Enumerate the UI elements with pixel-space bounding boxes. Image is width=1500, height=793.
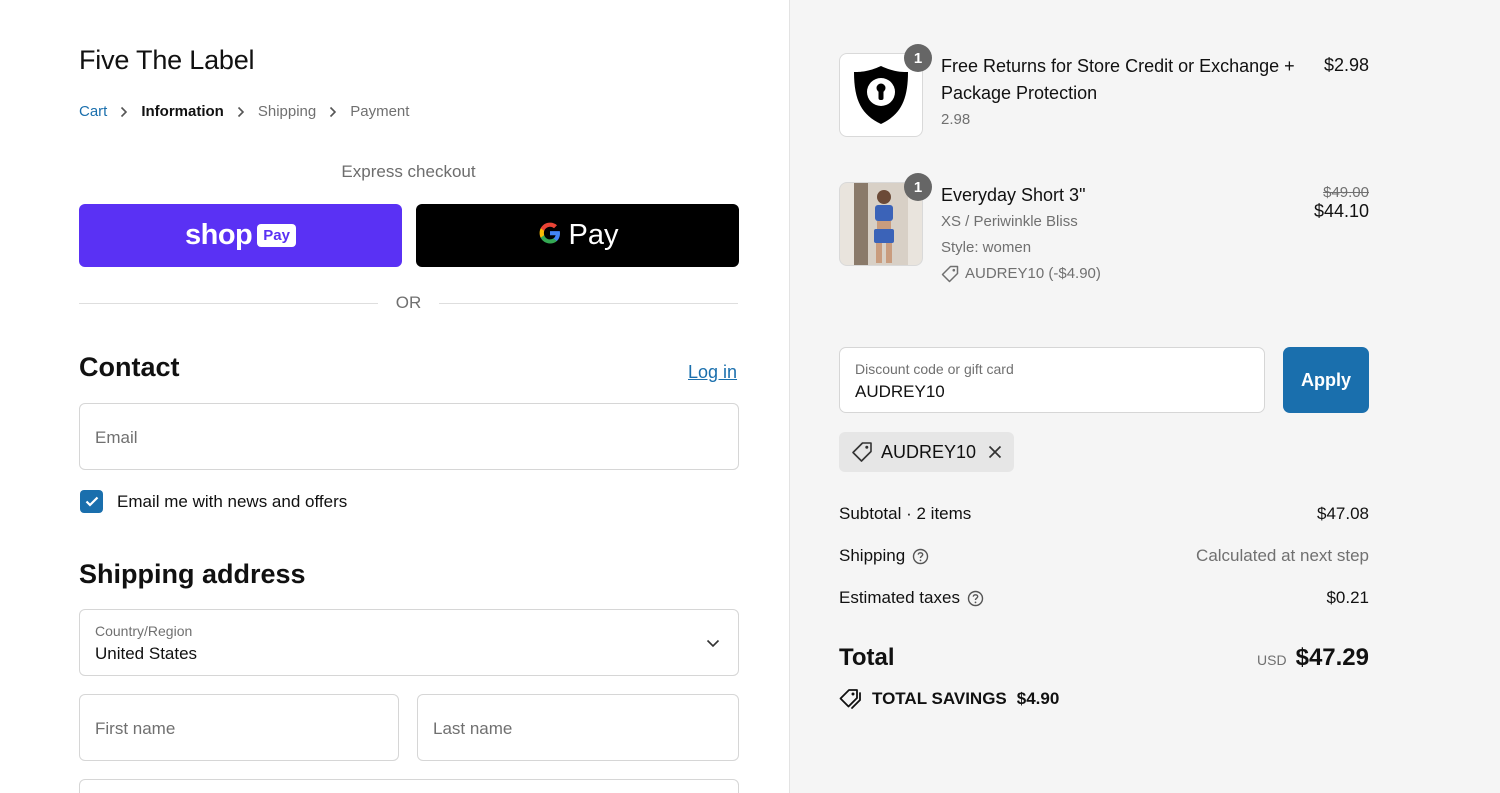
item-price-block: $49.00 $44.10 bbox=[1314, 184, 1369, 222]
product-photo bbox=[854, 183, 908, 265]
log-in-link[interactable]: Log in bbox=[688, 362, 737, 383]
first-name-field[interactable]: First name bbox=[79, 694, 399, 761]
google-g-icon bbox=[537, 220, 563, 251]
item-style: Style: women bbox=[941, 239, 1032, 256]
discount-value: AUDREY10 bbox=[855, 382, 945, 401]
shop-pay-wordmark: shop bbox=[185, 219, 253, 251]
tag-icon bbox=[941, 265, 959, 283]
contact-heading: Contact bbox=[79, 352, 180, 382]
item-price: $2.98 bbox=[1323, 55, 1369, 75]
country-value: United States bbox=[95, 644, 198, 663]
store-title[interactable]: Five The Label bbox=[79, 45, 255, 76]
item-name: Free Returns for Store Credit or Exchang… bbox=[941, 56, 1295, 103]
divider-line bbox=[439, 302, 738, 304]
breadcrumb-payment: Payment bbox=[350, 103, 410, 120]
or-text: OR bbox=[395, 293, 422, 312]
line-item: 1 Free Returns for Store Credit or Excha… bbox=[839, 44, 1369, 137]
shipping-value: Calculated at next step bbox=[1196, 546, 1369, 565]
email-placeholder: Email bbox=[95, 428, 138, 447]
currency-code: USD bbox=[1257, 652, 1287, 668]
first-name-placeholder: First name bbox=[95, 719, 176, 738]
country-label: Country/Region bbox=[95, 623, 193, 639]
total-amount-wrap: USD $47.29 bbox=[1257, 644, 1369, 672]
subtotal-value: $47.08 bbox=[1317, 504, 1369, 523]
shipping-row: Shipping Calculated at next step bbox=[839, 546, 1369, 566]
subtotal-label: Subtotal · 2 items bbox=[839, 504, 972, 523]
total-row: Total USD $47.29 bbox=[839, 644, 1369, 672]
discount-code-input[interactable]: Discount code or gift card AUDREY10 bbox=[839, 347, 1265, 413]
help-icon[interactable] bbox=[912, 548, 929, 565]
item-price: $44.10 bbox=[1313, 201, 1369, 221]
shop-pay-badge: Pay bbox=[257, 224, 296, 247]
chevron-right-icon bbox=[316, 106, 350, 118]
newsletter-checkbox-row[interactable]: Email me with news and offers bbox=[80, 490, 347, 513]
subtotal-row: Subtotal · 2 items $47.08 bbox=[839, 504, 1369, 524]
close-icon bbox=[988, 445, 1002, 459]
newsletter-label: Email me with news and offers bbox=[117, 491, 348, 511]
total-label: Total bbox=[839, 644, 895, 671]
shipping-label-wrap: Shipping bbox=[839, 546, 929, 566]
last-name-field[interactable]: Last name bbox=[417, 694, 739, 761]
breadcrumb-information: Information bbox=[141, 103, 224, 120]
email-field[interactable]: Email bbox=[79, 403, 739, 470]
tag-icon bbox=[852, 442, 872, 462]
apply-discount-button[interactable]: Apply bbox=[1283, 347, 1369, 413]
total-amount: $47.29 bbox=[1295, 644, 1369, 671]
shield-keyhole-icon bbox=[854, 66, 908, 124]
item-subtitle: 2.98 bbox=[941, 111, 971, 128]
item-variant: XS / Periwinkle Bliss bbox=[941, 213, 1078, 230]
breadcrumb: Cart Information Shipping Payment bbox=[79, 103, 409, 120]
checkmark-icon bbox=[85, 496, 98, 507]
express-checkout-label: Express checkout bbox=[341, 162, 476, 181]
shipping-address-heading: Shipping address bbox=[79, 559, 306, 589]
or-divider: OR bbox=[79, 293, 738, 313]
line-item-details: Everyday Short 3" XS / Periwinkle Bliss … bbox=[941, 182, 1311, 287]
original-price: $49.00 bbox=[1323, 184, 1369, 201]
line-item: 1 Everyday Short 3" XS / Periwinkle Blis… bbox=[839, 173, 1369, 283]
google-pay-button[interactable]: Pay bbox=[416, 204, 739, 267]
google-pay-wordmark: Pay bbox=[568, 219, 619, 251]
chevron-down-icon bbox=[706, 635, 720, 653]
help-icon[interactable] bbox=[967, 590, 984, 607]
taxes-label: Estimated taxes bbox=[839, 588, 960, 607]
discount-label: Discount code or gift card bbox=[855, 361, 1014, 377]
savings-label: TOTAL SAVINGS bbox=[872, 689, 1007, 708]
taxes-label-wrap: Estimated taxes bbox=[839, 588, 984, 608]
address-field[interactable] bbox=[79, 779, 739, 793]
taxes-value: $0.21 bbox=[1326, 588, 1369, 607]
tags-icon bbox=[839, 689, 861, 709]
savings-value: $4.90 bbox=[1016, 689, 1060, 708]
item-discount: AUDREY10 (-$4.90) bbox=[941, 261, 1311, 287]
checkout-main: Five The Label Cart Information Shipping… bbox=[0, 0, 789, 793]
quantity-badge: 1 bbox=[904, 44, 932, 72]
newsletter-checkbox[interactable] bbox=[80, 490, 103, 513]
shipping-label: Shipping bbox=[839, 546, 906, 565]
country-select[interactable]: Country/Region United States bbox=[79, 609, 739, 676]
applied-code: AUDREY10 bbox=[881, 441, 977, 462]
remove-discount-button[interactable] bbox=[988, 445, 1002, 459]
divider-line bbox=[79, 302, 378, 304]
applied-discount-chip: AUDREY10 bbox=[839, 432, 1015, 472]
breadcrumb-shipping: Shipping bbox=[257, 103, 317, 120]
chevron-right-icon bbox=[107, 106, 141, 118]
taxes-row: Estimated taxes $0.21 bbox=[839, 588, 1369, 608]
shop-pay-button[interactable]: shop Pay bbox=[79, 204, 402, 267]
total-savings: TOTAL SAVINGS $4.90 bbox=[839, 688, 1059, 710]
item-name: Everyday Short 3" bbox=[941, 185, 1086, 205]
line-item-details: Free Returns for Store Credit or Exchang… bbox=[941, 53, 1311, 133]
quantity-badge: 1 bbox=[904, 173, 932, 201]
breadcrumb-cart[interactable]: Cart bbox=[79, 103, 107, 120]
last-name-placeholder: Last name bbox=[433, 719, 513, 738]
chevron-right-icon bbox=[224, 106, 258, 118]
item-discount-text: AUDREY10 (-$4.90) bbox=[965, 265, 1101, 282]
